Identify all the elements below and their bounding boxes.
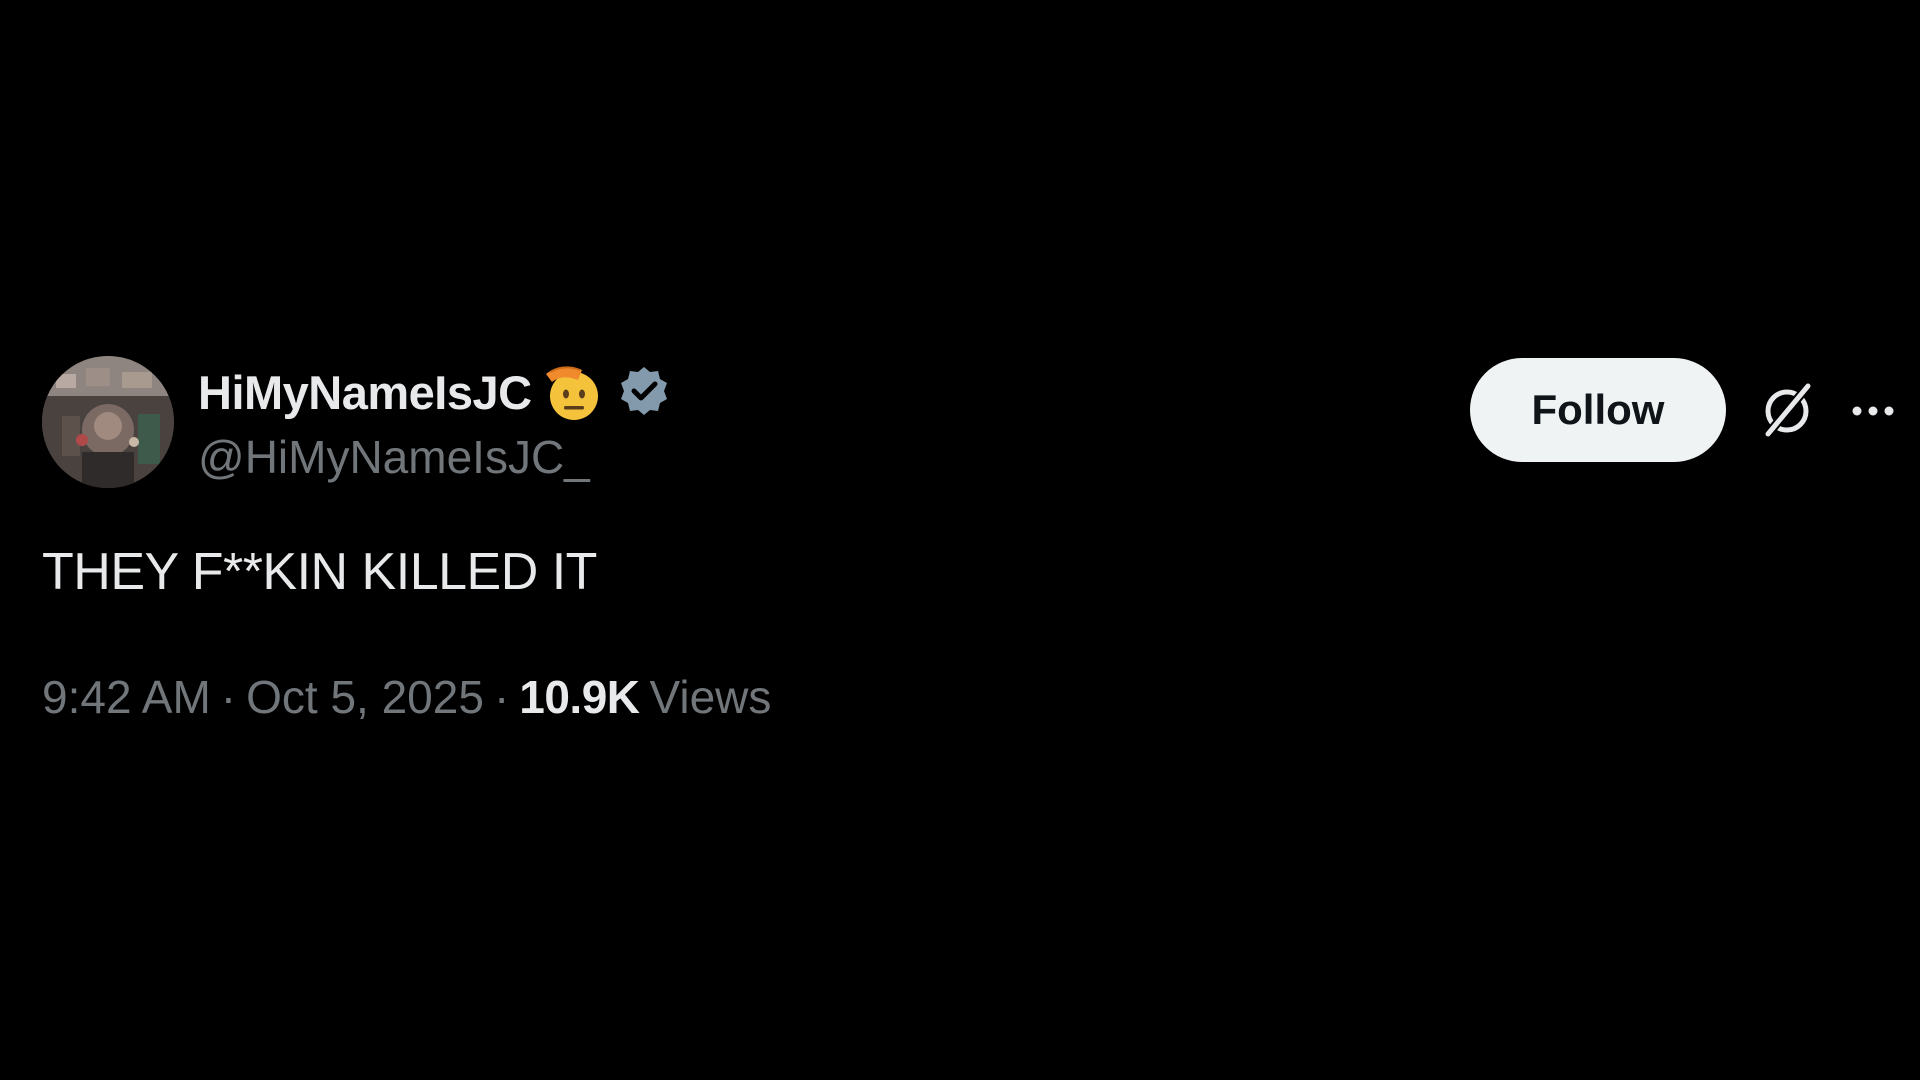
author-display-name[interactable]: HiMyNameIsJC <box>198 365 532 420</box>
grok-icon[interactable] <box>1756 380 1818 442</box>
author-handle[interactable]: @HiMyNameIsJC_ <box>198 430 590 484</box>
meta-separator: · <box>220 671 237 723</box>
tweet-detail: HiMyNameIsJC @HiMyNameIsJC_ Follow THEY … <box>0 0 1920 1080</box>
avatar-image <box>42 356 174 488</box>
meta-separator: · <box>493 671 510 723</box>
avatar[interactable] <box>42 356 174 488</box>
tweet-meta: 9:42 AM · Oct 5, 2025 · 10.9K Views <box>42 670 771 724</box>
more-icon[interactable] <box>1842 380 1904 442</box>
tweet-time[interactable]: 9:42 AM <box>42 670 211 724</box>
verified-badge-icon[interactable] <box>616 364 672 420</box>
author-name-row: HiMyNameIsJC <box>198 358 672 426</box>
follow-button[interactable]: Follow <box>1470 358 1726 462</box>
views-count[interactable]: 10.9K <box>519 670 640 724</box>
tweet-text: THEY F**KIN KILLED IT <box>42 543 597 601</box>
tweet-date[interactable]: Oct 5, 2025 <box>246 670 484 724</box>
saluting-face-emoji-icon <box>542 360 606 424</box>
views-label[interactable]: Views <box>650 670 772 724</box>
